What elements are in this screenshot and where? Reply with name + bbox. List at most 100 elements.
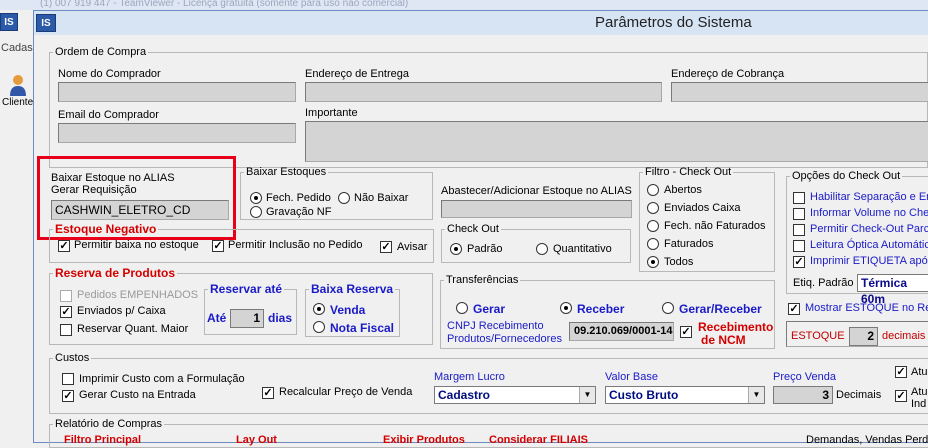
exibir-produtos-label: Exibir Produtos <box>383 434 465 446</box>
filtro-checkout-legend: Filtro - Check Out <box>645 166 732 178</box>
recebimento-ncm-label-2: de NCM <box>701 333 746 347</box>
filtro-todos-label: Todos <box>664 256 694 268</box>
endereco-entrega-field[interactable] <box>305 82 662 102</box>
chevron-down-icon[interactable]: ▼ <box>748 387 764 403</box>
enviados-caixa-checkbox[interactable]: ✓ <box>60 306 72 318</box>
abastecer-field[interactable] <box>441 200 632 218</box>
nao-baixar-radio[interactable] <box>338 192 350 204</box>
margem-lucro-label: Margem Lucro <box>434 371 505 383</box>
preco-venda-field[interactable]: 3 <box>773 386 833 404</box>
chevron-down-icon[interactable]: ▼ <box>579 387 595 403</box>
padrao-radio[interactable] <box>450 243 462 255</box>
permitir-baixa-checkbox[interactable]: ✓ <box>58 240 70 252</box>
pedidos-empenhados-checkbox[interactable] <box>60 290 72 302</box>
gravacao-nf-radio[interactable] <box>250 206 262 218</box>
filtro-abertos-radio[interactable] <box>647 184 659 196</box>
imprimir-custo-checkbox[interactable] <box>62 373 74 385</box>
transferencias-legend: Transferências <box>446 274 519 286</box>
atu-label-2: Atu <box>911 386 928 398</box>
baixa-reserva-legend: Baixa Reserva <box>311 282 394 296</box>
receber-label: Receber <box>577 302 625 316</box>
ate-label: Até <box>207 311 227 325</box>
habilitar-separacao-label: Habilitar Separação e Em <box>810 191 928 203</box>
quantitativo-radio[interactable] <box>536 243 548 255</box>
preco-decimais-label: Decimais <box>836 389 882 401</box>
nome-comprador-field[interactable] <box>58 82 296 102</box>
permitir-checkout-parcial-label: Permitir Check-Out Parcia <box>810 223 928 235</box>
valor-base-select[interactable]: Custo Bruto ▼ <box>605 386 765 404</box>
leitura-optica-label: Leitura Óptica Automátic <box>810 239 928 251</box>
baixar-estoques-legend: Baixar Estoques <box>246 166 327 178</box>
filtro-faturados-radio[interactable] <box>647 238 659 250</box>
ind-label: Ind <box>911 398 927 410</box>
filtro-checkout-group: Filtro - Check Out <box>639 166 775 272</box>
reserva-produtos-legend: Reserva de Produtos <box>55 266 176 280</box>
avisar-checkbox[interactable]: ✓ <box>380 241 392 253</box>
habilitar-separacao-checkbox[interactable] <box>793 192 805 204</box>
imprimir-etiqueta-checkbox[interactable]: ✓ <box>793 256 805 268</box>
margem-lucro-select[interactable]: Cadastro ▼ <box>434 386 596 404</box>
fech-pedido-radio[interactable] <box>250 192 262 204</box>
app-logo-icon: IS <box>0 13 18 31</box>
gerar-custo-checkbox[interactable]: ✓ <box>62 390 74 402</box>
estoque-negativo-legend: Estoque Negativo <box>55 222 157 236</box>
filtro-principal-label: Filtro Principal <box>64 434 142 446</box>
filtro-faturados-label: Faturados <box>664 238 714 250</box>
importante-label: Importante <box>305 107 358 119</box>
cnpj-label-2: Produtos/Fornecedores <box>447 333 562 345</box>
mostrar-estoque-checkbox[interactable]: ✓ <box>788 303 800 315</box>
importante-field[interactable] <box>305 121 928 162</box>
permitir-checkout-parcial-checkbox[interactable] <box>793 224 805 236</box>
receber-radio[interactable] <box>560 302 572 314</box>
reservar-ate-legend: Reservar até <box>210 282 283 296</box>
recalcular-checkbox[interactable]: ✓ <box>262 387 274 399</box>
gerar-radio[interactable] <box>456 302 468 314</box>
leitura-optica-checkbox[interactable] <box>793 240 805 252</box>
filtro-todos-radio[interactable] <box>647 256 659 268</box>
etiq-padrao-label: Etiq. Padrão <box>793 277 854 289</box>
venda-radio[interactable] <box>313 303 325 315</box>
venda-label: Venda <box>330 303 366 317</box>
filtro-abertos-label: Abertos <box>664 184 702 196</box>
imprimir-custo-label: Imprimir Custo com a Formulação <box>79 373 245 385</box>
informar-volume-checkbox[interactable] <box>793 208 805 220</box>
relatorio-compras-legend: Relatório de Compras <box>55 418 162 430</box>
cnpj-field[interactable]: 09.210.069/0001-14 <box>569 322 674 341</box>
gerar-label: Gerar <box>473 302 506 316</box>
recebimento-ncm-checkbox[interactable]: ✓ <box>680 326 692 338</box>
sidebar-item-cliente[interactable]: Cliente <box>2 97 33 108</box>
opcoes-checkout-legend: Opções do Check Out <box>792 170 901 182</box>
quantitativo-label: Quantitativo <box>553 243 612 255</box>
gerar-receber-radio[interactable] <box>662 302 674 314</box>
imprimir-etiqueta-label: Imprimir ETIQUETA após <box>810 255 928 267</box>
endereco-cobranca-field[interactable] <box>671 82 928 102</box>
atu-checkbox-2[interactable]: ✓ <box>895 390 907 402</box>
email-comprador-field[interactable] <box>58 123 296 143</box>
filtro-enviados-radio[interactable] <box>647 202 659 214</box>
margem-lucro-value: Cadastro <box>438 388 491 402</box>
nome-comprador-label: Nome do Comprador <box>58 68 161 80</box>
fech-pedido-label: Fech. Pedido <box>266 192 331 204</box>
sidebar-cadastro[interactable]: Cadas <box>1 42 33 54</box>
valor-base-value: Custo Bruto <box>609 388 679 402</box>
preco-venda-label: Preço Venda <box>773 371 836 383</box>
etiq-padrao-select[interactable]: Térmica 60m <box>857 274 928 306</box>
custos-legend: Custos <box>55 352 90 364</box>
nota-fiscal-radio[interactable] <box>313 321 325 333</box>
check-out-legend: Check Out <box>447 223 499 235</box>
endereco-entrega-label: Endereço de Entrega <box>305 68 409 80</box>
permitir-inclusao-checkbox[interactable]: ✓ <box>212 240 224 252</box>
estoque-decimais-field[interactable]: 2 <box>849 327 878 346</box>
reservar-quant-checkbox[interactable] <box>60 324 72 336</box>
recalcular-label: Recalcular Preço de Venda <box>279 386 413 398</box>
gerar-receber-label: Gerar/Receber <box>679 302 762 316</box>
dialog-titlebar[interactable] <box>34 11 928 35</box>
cnpj-label-1: CNPJ Recebimento <box>447 320 544 332</box>
enviados-caixa-label: Enviados p/ Caixa <box>77 305 166 317</box>
atu-checkbox-1[interactable]: ✓ <box>895 366 907 378</box>
reservar-dias-field[interactable]: 1 <box>230 309 264 328</box>
person-icon[interactable] <box>9 74 27 96</box>
estoque-decimais-label: decimais <box>882 330 926 342</box>
filtro-fech-radio[interactable] <box>647 220 659 232</box>
avisar-label: Avisar <box>397 241 428 253</box>
